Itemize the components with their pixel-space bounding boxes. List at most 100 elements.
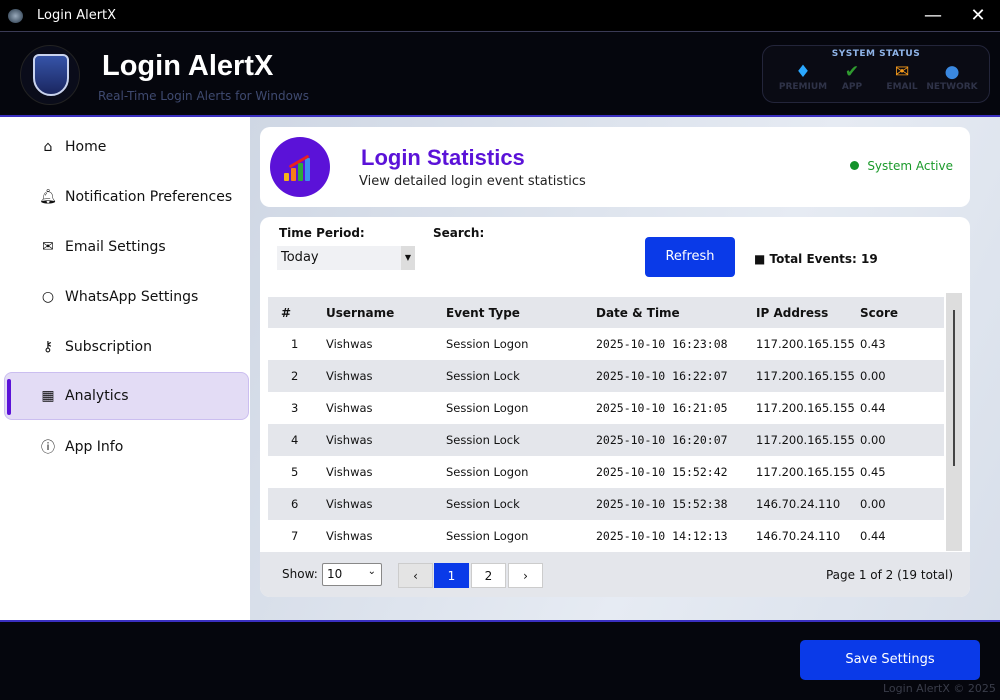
ip-address: 117.200.165.155 — [756, 401, 855, 415]
window-title: Login AlertX — [37, 8, 117, 23]
event-type: Session Logon — [446, 465, 529, 479]
score: 0.44 — [860, 529, 886, 543]
close-button[interactable]: ✕ — [964, 4, 992, 28]
table-row[interactable]: 2 Vishwas Session Lock 2025-10-10 16:22:07 1… — [268, 360, 944, 392]
date-time: 2025-10-10 16:23:08 — [596, 337, 728, 351]
date-time: 2025-10-10 15:52:38 — [596, 488, 756, 520]
page-info: Page 1 of 2 (19 total) — [825, 568, 953, 582]
table-row[interactable]: 4 Vishwas Session Lock 2025-10-10 16:20:07 1… — [268, 424, 944, 456]
col-ip-address[interactable]: IP Address — [756, 297, 860, 328]
sidebar-item-subscription[interactable]: ⚷ Subscription — [5, 323, 250, 371]
event-type: Session Logon — [446, 337, 529, 351]
app-icon — [8, 9, 23, 23]
show-label: Show: — [282, 567, 318, 581]
event-type: Session Logon — [446, 529, 529, 543]
event-type: Session Logon — [446, 401, 529, 415]
calendar-icon: ■ — [754, 252, 770, 266]
sidebar-item-app-info[interactable]: ⓘ App Info — [5, 423, 250, 471]
ip-address: 146.70.24.110 — [756, 529, 841, 543]
event-type: Session Lock — [446, 488, 596, 520]
username: Vishwas — [326, 488, 446, 520]
score: 0.00 — [860, 488, 944, 520]
date-time: 2025-10-10 16:22:07 — [596, 360, 756, 392]
page-subtitle: View detailed login event statistics — [359, 174, 586, 189]
save-settings-button[interactable]: Save Settings — [800, 640, 980, 680]
app-header: Login AlertX Real-Time Login Alerts for … — [0, 33, 1000, 115]
key-icon: ⚷ — [42, 339, 54, 355]
statistics-card: Time Period: Today ▼ Search: Refresh ■ To… — [260, 217, 970, 597]
col-date-time[interactable]: Date & Time — [596, 297, 756, 328]
minimize-button[interactable]: — — [919, 4, 947, 28]
col-username[interactable]: Username — [326, 297, 446, 328]
event-type: Session Lock — [446, 424, 596, 456]
score: 0.43 — [860, 337, 886, 351]
table-row[interactable]: 3 Vishwas Session Logon 2025-10-10 16:21:05… — [268, 392, 944, 424]
info-icon: ⓘ — [41, 440, 55, 456]
row-number: 6 — [268, 488, 326, 520]
row-number: 2 — [268, 360, 326, 392]
chat-icon: ○ — [41, 289, 55, 305]
bell-icon: 🔔︎ — [39, 189, 57, 205]
chevron-down-icon: ⌄ — [367, 566, 376, 577]
sidebar-item-whatsapp-settings[interactable]: ○ WhatsApp Settings — [5, 273, 250, 321]
dropdown-arrow-icon: ▼ — [401, 246, 415, 270]
username: Vishwas — [326, 337, 373, 351]
logo-icon — [20, 45, 80, 105]
score: 0.45 — [860, 465, 886, 479]
row-number: 4 — [268, 424, 326, 456]
username: Vishwas — [326, 360, 446, 392]
search-label: Search: — [433, 226, 485, 240]
sidebar-item-email-settings[interactable]: ✉ Email Settings — [5, 223, 250, 271]
system-status-title: SYSTEM STATUS — [831, 49, 921, 59]
ip-address: 117.200.165.155 — [756, 424, 860, 456]
chart-icon: ▦ — [41, 388, 55, 404]
table-scrollbar[interactable] — [946, 293, 962, 551]
scrollbar-thumb[interactable] — [953, 310, 955, 466]
sidebar-item-notification-preferences[interactable]: 🔔︎ Notification Preferences — [5, 173, 250, 221]
table-row[interactable]: 7 Vishwas Session Logon 2025-10-10 14:12:13… — [268, 520, 944, 552]
row-number: 7 — [291, 529, 299, 543]
prev-page-button[interactable]: ‹ — [398, 563, 433, 588]
ip-address: 146.70.24.110 — [756, 488, 860, 520]
ip-address: 117.200.165.155 — [756, 465, 855, 479]
date-time: 2025-10-10 16:20:07 — [596, 424, 756, 456]
username: Vishwas — [326, 424, 446, 456]
page-2-button[interactable]: 2 — [471, 563, 506, 588]
page-header-card: Login Statistics View detailed login eve… — [260, 127, 970, 207]
status-dot-icon — [850, 161, 860, 170]
score: 0.00 — [860, 424, 944, 456]
sidebar-item-analytics[interactable]: ▦ Analytics — [4, 372, 249, 420]
row-number: 1 — [291, 337, 299, 351]
table-row[interactable]: 5 Vishwas Session Logon 2025-10-10 15:52:42… — [268, 456, 944, 488]
table-row[interactable]: 1 Vishwas Session Logon 2025-10-10 16:23:08… — [268, 328, 944, 360]
time-period-label: Time Period: — [279, 226, 365, 240]
home-icon: ⌂ — [43, 139, 53, 155]
table-row[interactable]: 6 Vishwas Session Lock 2025-10-10 15:52:38 1… — [268, 488, 944, 520]
col-number[interactable]: # — [268, 297, 326, 328]
next-page-button[interactable]: › — [508, 563, 543, 588]
copyright: Login AlertX © 2025 — [883, 682, 996, 695]
score: 0.44 — [860, 401, 886, 415]
col-score[interactable]: Score — [860, 297, 944, 328]
col-event-type[interactable]: Event Type — [446, 297, 596, 328]
stats-chart-icon — [270, 137, 330, 197]
globe-icon: ● — [944, 62, 960, 82]
app-title: Login AlertX — [102, 50, 274, 82]
date-time: 2025-10-10 14:12:13 — [596, 529, 728, 543]
email-icon: ✉ — [42, 239, 54, 255]
time-period-select[interactable]: Today ▼ — [277, 246, 415, 270]
event-type: Session Lock — [446, 360, 596, 392]
row-number: 3 — [291, 401, 299, 415]
ip-address: 117.200.165.155 — [756, 360, 860, 392]
page-size-select[interactable]: 10 ⌄ — [322, 563, 382, 586]
refresh-button[interactable]: Refresh — [645, 237, 735, 277]
username: Vishwas — [326, 529, 373, 543]
date-time: 2025-10-10 15:52:42 — [596, 465, 728, 479]
app-subtitle: Real-Time Login Alerts for Windows — [98, 89, 309, 103]
score: 0.00 — [860, 360, 944, 392]
main-content: Login Statistics View detailed login eve… — [250, 117, 1000, 620]
page-1-button[interactable]: 1 — [434, 563, 469, 588]
ip-address: 117.200.165.155 — [756, 337, 855, 351]
status-network: ● NETWORK — [922, 62, 982, 92]
sidebar-item-home[interactable]: ⌂ Home — [5, 123, 250, 171]
